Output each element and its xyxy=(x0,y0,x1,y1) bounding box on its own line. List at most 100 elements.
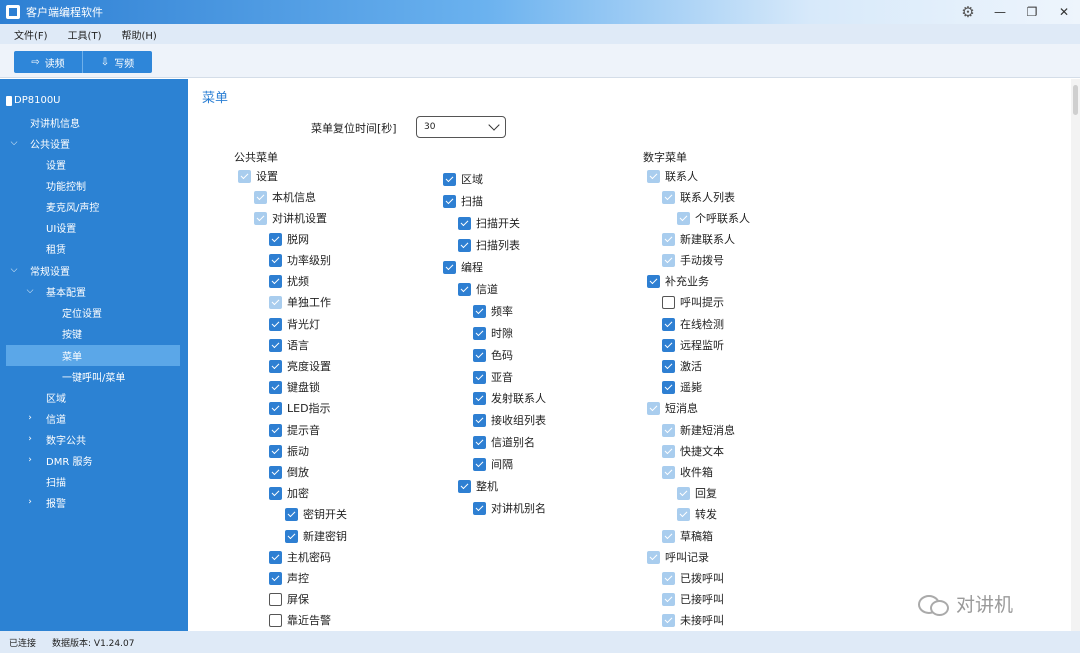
checkbox-new-key[interactable]: 新建密钥 xyxy=(285,528,347,544)
device-node[interactable]: DP8100U xyxy=(6,95,61,106)
chevron-down-icon[interactable]: ⌵ xyxy=(9,138,19,148)
checkbox-supplementary[interactable]: 补充业务 xyxy=(647,273,709,289)
checkbox-tx-contact[interactable]: 发射联系人 xyxy=(473,390,546,406)
reset-time-select[interactable]: 30 xyxy=(416,116,506,138)
read-button[interactable]: ⇨ 读频 xyxy=(14,51,83,73)
sidebar-item-dmr-service[interactable]: DMR 服务 xyxy=(46,450,92,471)
checkbox-radio-alias[interactable]: 对讲机别名 xyxy=(473,500,546,516)
sidebar-item-zone[interactable]: 区域 xyxy=(46,387,66,408)
checkbox-keylock[interactable]: 键盘锁 xyxy=(269,379,320,395)
checkbox-power-level[interactable]: 功率级别 xyxy=(269,252,331,268)
checkbox-key-switch[interactable]: 密钥开关 xyxy=(285,506,347,522)
checkbox-missed[interactable]: 未接呼叫 xyxy=(662,612,724,628)
sidebar-item-basic-config[interactable]: 基本配置 xyxy=(46,281,86,302)
sidebar-item-settings[interactable]: 设置 xyxy=(46,154,66,175)
checkbox-local-info[interactable]: 本机信息 xyxy=(254,189,316,205)
checkbox-received[interactable]: 已接呼叫 xyxy=(662,591,724,607)
minimize-button[interactable]: — xyxy=(984,0,1016,24)
sidebar-item-intercom-info[interactable]: 对讲机信息 xyxy=(30,112,80,133)
checkbox-inbox[interactable]: 收件箱 xyxy=(662,464,713,480)
close-button[interactable]: ✕ xyxy=(1048,0,1080,24)
checkbox-backlight[interactable]: 背光灯 xyxy=(269,316,320,332)
checkbox-new-sms[interactable]: 新建短消息 xyxy=(662,422,735,438)
checkbox-whole[interactable]: 整机 xyxy=(458,478,498,494)
checkbox-proximity-alarm[interactable]: 靠近告警 xyxy=(269,612,331,628)
checkbox-led[interactable]: LED指示 xyxy=(269,400,331,416)
menu-file[interactable]: 文件(F) xyxy=(14,27,48,42)
chevron-right-icon[interactable]: › xyxy=(25,455,35,465)
checkbox-channel[interactable]: 信道 xyxy=(458,281,498,297)
checkbox-color-code[interactable]: 色码 xyxy=(473,347,513,363)
checkbox-interval[interactable]: 间隔 xyxy=(473,456,513,472)
checkbox-channel-alias[interactable]: 信道别名 xyxy=(473,434,535,450)
checkbox-reply[interactable]: 回复 xyxy=(677,485,717,501)
checkbox-manual-dial[interactable]: 手动拨号 xyxy=(662,252,724,268)
sidebar-item-location[interactable]: 定位设置 xyxy=(62,302,102,323)
checkbox-vibrate[interactable]: 振动 xyxy=(269,443,309,459)
checkbox-scan-list[interactable]: 扫描列表 xyxy=(458,237,520,253)
checkbox-scan-switch[interactable]: 扫描开关 xyxy=(458,215,520,231)
menu-help[interactable]: 帮助(H) xyxy=(121,27,156,42)
checkbox-contact-list[interactable]: 联系人列表 xyxy=(662,189,735,205)
chevron-right-icon[interactable]: › xyxy=(25,434,35,444)
sidebar-item-one-key-call[interactable]: 一键呼叫/菜单 xyxy=(62,366,125,387)
checkbox-fall[interactable]: 倒放 xyxy=(269,464,309,480)
menu-tools[interactable]: 工具(T) xyxy=(68,27,102,42)
sidebar-item-menu[interactable]: 菜单 xyxy=(6,345,180,366)
checkbox-brightness[interactable]: 亮度设置 xyxy=(269,358,331,374)
checkbox-program[interactable]: 编程 xyxy=(443,259,483,275)
checkbox-radio-settings[interactable]: 对讲机设置 xyxy=(254,210,327,226)
checkbox-dialed[interactable]: 已拨呼叫 xyxy=(662,570,724,586)
sidebar-item-channel[interactable]: 信道 xyxy=(46,408,66,429)
checkbox-rx-group[interactable]: 接收组列表 xyxy=(473,412,546,428)
checkbox-online-check[interactable]: 在线检测 xyxy=(662,316,724,332)
sidebar-item-digital-public[interactable]: 数字公共 xyxy=(46,429,86,450)
write-button[interactable]: ⇩ 写频 xyxy=(83,51,152,73)
gear-icon[interactable]: ⚙ xyxy=(952,0,984,24)
sidebar-item-ui-settings[interactable]: UI设置 xyxy=(46,217,76,238)
checkbox-drafts[interactable]: 草稿箱 xyxy=(662,528,713,544)
checkbox-call-log[interactable]: 呼叫记录 xyxy=(647,549,709,565)
chevron-down-icon[interactable]: ⌵ xyxy=(25,286,35,296)
checkbox-zone[interactable]: 区域 xyxy=(443,171,483,187)
checkbox-timeslot[interactable]: 时隙 xyxy=(473,325,513,341)
sidebar-item-rental[interactable]: 租赁 xyxy=(46,238,66,259)
checkbox-label: 扰频 xyxy=(287,275,309,288)
checkbox-contacts[interactable]: 联系人 xyxy=(647,168,698,184)
checkbox-screensaver[interactable]: 屏保 xyxy=(269,591,309,607)
checkbox-forward[interactable]: 转发 xyxy=(677,506,717,522)
chevron-down-icon[interactable]: ⌵ xyxy=(9,265,19,275)
checkbox-stun[interactable]: 遥毙 xyxy=(662,379,702,395)
checkbox-frequency[interactable]: 频率 xyxy=(473,303,513,319)
checkbox-language[interactable]: 语言 xyxy=(269,337,309,353)
sidebar-item-scan[interactable]: 扫描 xyxy=(46,471,66,492)
checkbox-remote-monitor[interactable]: 远程监听 xyxy=(662,337,724,353)
scrollbar[interactable] xyxy=(1071,79,1080,631)
scrollbar-thumb[interactable] xyxy=(1073,85,1078,115)
restore-button[interactable]: ❐ xyxy=(1016,0,1048,24)
sidebar-item-function-control[interactable]: 功能控制 xyxy=(46,175,86,196)
checkbox-quick-text[interactable]: 快捷文本 xyxy=(662,443,724,459)
checkbox-host-password[interactable]: 主机密码 xyxy=(269,549,331,565)
checkbox-encrypt[interactable]: 加密 xyxy=(269,485,309,501)
checkbox-scan[interactable]: 扫描 xyxy=(443,193,483,209)
sidebar-item-keys[interactable]: 按键 xyxy=(62,323,82,344)
sidebar-item-general-settings[interactable]: 常规设置 xyxy=(30,260,70,281)
chevron-right-icon[interactable]: › xyxy=(25,497,35,507)
checkbox-tone[interactable]: 提示音 xyxy=(269,422,320,438)
sidebar-item-alarm[interactable]: 报警 xyxy=(46,492,66,513)
chevron-right-icon[interactable]: › xyxy=(25,413,35,423)
checkbox-personal-contact[interactable]: 个呼联系人 xyxy=(677,210,750,226)
checkbox-new-contact[interactable]: 新建联系人 xyxy=(662,231,735,247)
checkbox-sms[interactable]: 短消息 xyxy=(647,400,698,416)
checkbox-call-alert[interactable]: 呼叫提示 xyxy=(662,294,724,310)
checkbox-settings[interactable]: 设置 xyxy=(238,168,278,184)
sidebar-item-mic-audio[interactable]: 麦克风/声控 xyxy=(46,196,99,217)
checkbox-single-work[interactable]: 单独工作 xyxy=(269,294,331,310)
sidebar-item-public-settings[interactable]: 公共设置 xyxy=(30,133,70,154)
checkbox-voice-control[interactable]: 声控 xyxy=(269,570,309,586)
checkbox-scramble[interactable]: 扰频 xyxy=(269,273,309,289)
checkbox-activate[interactable]: 激活 xyxy=(662,358,702,374)
checkbox-offline[interactable]: 脱网 xyxy=(269,231,309,247)
checkbox-subtone[interactable]: 亚音 xyxy=(473,369,513,385)
